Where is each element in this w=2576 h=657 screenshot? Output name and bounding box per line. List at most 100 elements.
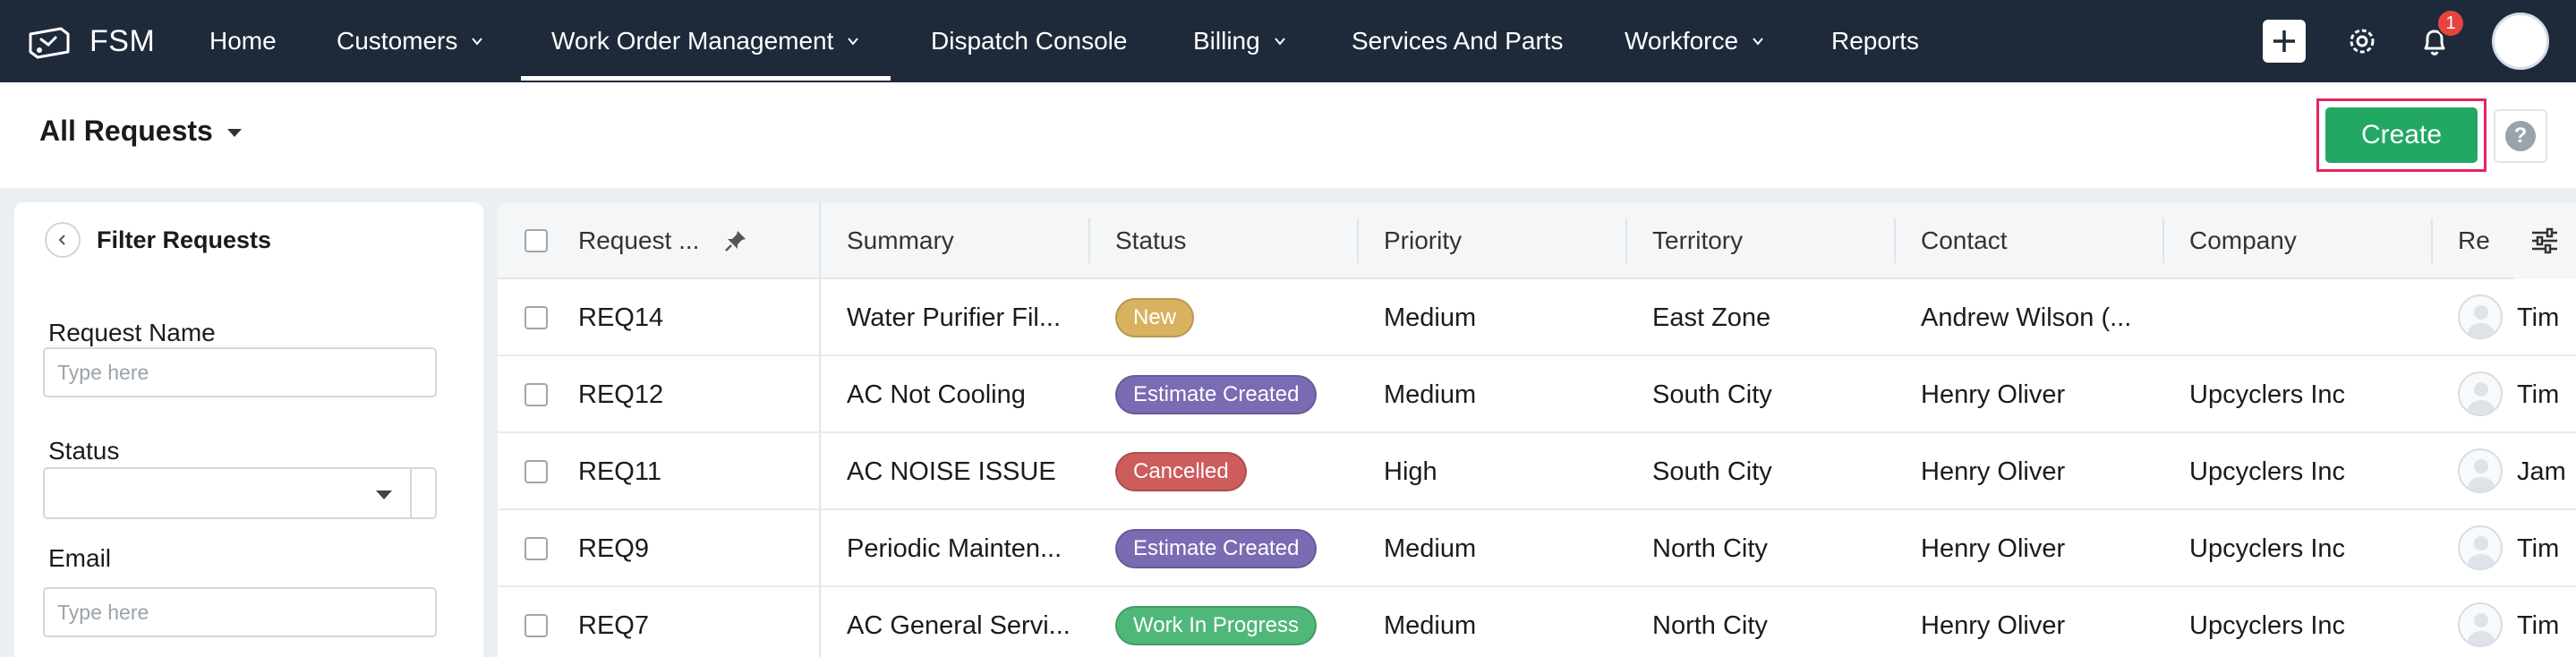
nav-item-services-and-parts[interactable]: Services And Parts <box>1352 0 1564 82</box>
row-checkbox[interactable] <box>525 306 548 329</box>
territory-cell: North City <box>1652 533 1768 563</box>
column-header-contact[interactable]: Contact <box>1921 202 2008 279</box>
company-cell: Upcyclers Inc <box>2189 610 2346 640</box>
column-label: Status <box>1115 226 1187 254</box>
column-divider[interactable] <box>1357 218 1359 263</box>
view-header: All Requests Create ? <box>0 82 2576 188</box>
assignee-cell: Tim <box>2517 380 2560 409</box>
territory-cell: South City <box>1652 456 1772 486</box>
status-cell: Work In Progress <box>1115 587 1348 657</box>
column-divider[interactable] <box>1625 218 1627 263</box>
assignee-cell: Tim <box>2517 533 2560 563</box>
quick-create-button[interactable] <box>2263 20 2306 63</box>
filter-header: Filter Requests <box>45 222 271 258</box>
company-cell <box>2189 279 2413 356</box>
column-header-request[interactable]: Request ... <box>578 202 749 279</box>
nav-label: Dispatch Console <box>931 27 1128 55</box>
email-label: Email <box>48 544 112 572</box>
assignee-avatar <box>2458 602 2503 647</box>
nav-item-workforce[interactable]: Workforce <box>1625 0 1765 82</box>
request-id-cell[interactable]: REQ7 <box>578 587 802 657</box>
row-checkbox[interactable] <box>525 614 548 637</box>
table-row[interactable]: REQ9 Periodic Mainten... Estimate Create… <box>498 510 2576 587</box>
column-header-priority[interactable]: Priority <box>1384 202 1462 279</box>
column-label: Re <box>2458 226 2490 254</box>
request-id-cell[interactable]: REQ14 <box>578 279 802 356</box>
nav-label: Work Order Management <box>551 27 834 55</box>
territory-cell: East Zone <box>1652 303 1771 332</box>
column-header-assignee[interactable]: Re <box>2458 202 2490 279</box>
nav-label: Billing <box>1193 27 1260 55</box>
nav-item-reports[interactable]: Reports <box>1831 0 1919 82</box>
create-button[interactable]: Create <box>2325 107 2478 163</box>
view-selector[interactable]: All Requests <box>39 115 242 148</box>
table-row[interactable]: REQ7 AC General Servi... Work In Progres… <box>498 587 2576 657</box>
settings-button[interactable] <box>2342 21 2382 61</box>
row-checkbox[interactable] <box>525 383 548 406</box>
caret-down-icon <box>226 129 242 137</box>
fsm-logo-icon <box>29 27 70 59</box>
company-cell: Upcyclers Inc <box>2189 456 2346 486</box>
top-navigation-bar: FSM Home Customers Work Order Management… <box>0 0 2576 82</box>
page-title: All Requests <box>39 115 213 147</box>
nav-item-home[interactable]: Home <box>209 0 277 82</box>
notification-badge: 1 <box>2436 9 2465 38</box>
column-divider[interactable] <box>1894 218 1896 263</box>
caret-down-icon <box>376 491 392 499</box>
summary-cell: Periodic Mainten... <box>847 533 1062 563</box>
chevron-down-icon <box>1274 38 1285 46</box>
brand[interactable]: FSM <box>25 18 155 64</box>
column-header-territory[interactable]: Territory <box>1652 202 1743 279</box>
priority-cell: Medium <box>1384 380 1477 409</box>
create-button-highlight: Create <box>2316 98 2486 172</box>
chevron-down-icon <box>1753 38 1763 46</box>
table-row[interactable]: REQ12 AC Not Cooling Estimate Created Me… <box>498 356 2576 433</box>
request-id-cell[interactable]: REQ12 <box>578 356 802 433</box>
assignee-avatar <box>2458 294 2503 339</box>
select-all-checkbox[interactable] <box>525 229 548 252</box>
row-checkbox[interactable] <box>525 537 548 560</box>
avatar[interactable] <box>2492 13 2549 70</box>
table-row[interactable]: REQ14 Water Purifier Fil... New Medium E… <box>498 279 2576 356</box>
column-settings-button[interactable] <box>2513 202 2576 279</box>
column-divider[interactable] <box>2162 218 2164 263</box>
collapse-filter-button[interactable] <box>45 222 81 258</box>
column-label: Request ... <box>578 226 700 254</box>
column-header-status[interactable]: Status <box>1115 202 1186 279</box>
column-label: Summary <box>847 226 954 254</box>
request-name-label: Request Name <box>48 319 216 346</box>
chevron-down-icon <box>472 38 483 46</box>
column-label: Contact <box>1921 226 2008 254</box>
column-header-summary[interactable]: Summary <box>847 202 954 279</box>
table-row[interactable]: REQ11 AC NOISE ISSUE Cancelled High Sout… <box>498 433 2576 510</box>
status-label: Status <box>48 437 120 465</box>
status-select[interactable] <box>43 467 437 519</box>
nav-item-customers[interactable]: Customers <box>337 0 484 82</box>
nav-item-dispatch-console[interactable]: Dispatch Console <box>931 0 1127 82</box>
filter-panel: Filter Requests Request Name Status Emai… <box>14 202 483 657</box>
nav-item-work-order-management[interactable]: Work Order Management <box>520 0 891 82</box>
nav-item-billing[interactable]: Billing <box>1193 0 1287 82</box>
summary-cell: AC General Servi... <box>847 610 1070 640</box>
summary-cell: AC NOISE ISSUE <box>847 456 1056 486</box>
request-id-cell[interactable]: REQ9 <box>578 510 802 587</box>
email-input[interactable] <box>43 587 437 637</box>
request-name-input[interactable] <box>43 347 437 397</box>
assignee-avatar <box>2458 448 2503 493</box>
pin-icon[interactable] <box>722 227 749 254</box>
company-cell: Upcyclers Inc <box>2189 533 2346 563</box>
column-divider[interactable] <box>1088 218 1090 263</box>
help-button[interactable]: ? <box>2494 109 2547 163</box>
app-name: FSM <box>90 23 156 58</box>
request-id-cell[interactable]: REQ11 <box>578 433 802 510</box>
column-settings-icon <box>2532 227 2557 254</box>
priority-cell: Medium <box>1384 533 1477 563</box>
status-badge: New <box>1115 298 1195 337</box>
row-checkbox[interactable] <box>525 460 548 483</box>
nav-label: Workforce <box>1625 27 1739 55</box>
status-badge: Estimate Created <box>1115 529 1318 568</box>
column-label: Company <box>2189 226 2297 254</box>
column-divider[interactable] <box>2431 218 2433 263</box>
contact-cell: Andrew Wilson (... <box>1921 303 2132 332</box>
column-header-company[interactable]: Company <box>2189 202 2297 279</box>
